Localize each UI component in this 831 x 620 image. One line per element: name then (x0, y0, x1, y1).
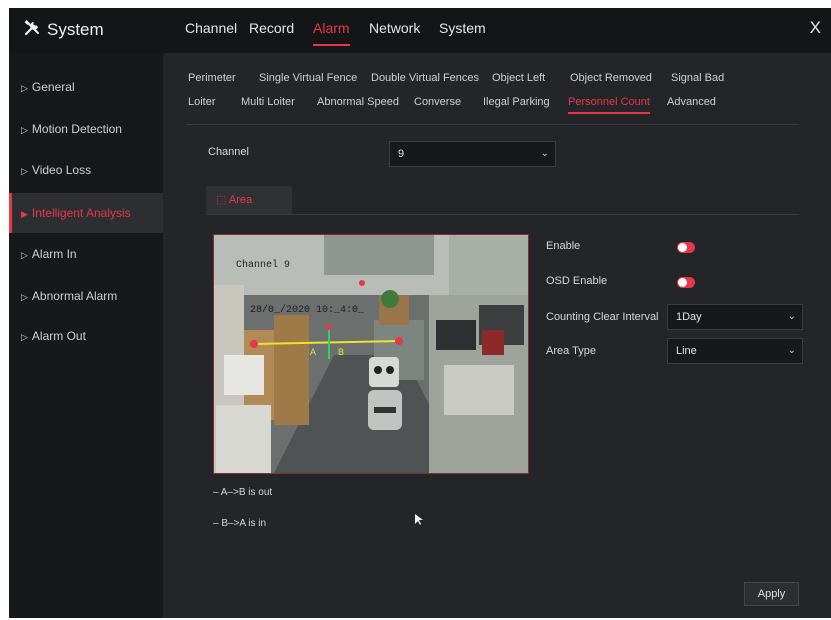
sidebar: ▷ General ▷ Motion Detection ▷ Video Loss ▶… (9, 53, 163, 618)
subtab-object-removed[interactable]: Object Removed (570, 72, 652, 84)
sidebar-item-video-loss[interactable]: ▷ Video Loss (9, 150, 163, 190)
area-type-label: Area Type (546, 345, 596, 357)
video-preview[interactable]: Channel 9 28/0_/2020 10:_4:0_ A B (213, 234, 529, 474)
area-select-icon: ⬚ (216, 194, 227, 206)
counting-clear-interval-label: Counting Clear Interval (546, 311, 659, 323)
subtab-converse[interactable]: Converse (414, 96, 461, 108)
area-type-value: Line (676, 345, 697, 357)
subtab-signal-bad[interactable]: Signal Bad (671, 72, 724, 84)
subtab-double-virtual-fences[interactable]: Double Virtual Fences (371, 72, 479, 84)
sidebar-item-label: Abnormal Alarm (31, 289, 118, 303)
sidebar-item-alarm-out[interactable]: ▷ Alarm Out (9, 316, 163, 356)
sidebar-item-abnormal-alarm[interactable]: ▷ Abnormal Alarm (9, 276, 163, 316)
chevron-right-icon: ▶ (21, 209, 28, 219)
sidebar-item-general[interactable]: ▷ General (9, 67, 163, 107)
enable-toggle[interactable] (677, 242, 695, 253)
legend-b-to-a: – B–>A is in (213, 518, 267, 529)
sidebar-item-label: General (31, 80, 75, 94)
legend-a-to-b: – A–>B is out (213, 487, 273, 498)
apply-button[interactable]: Apply (744, 582, 799, 606)
line-marker-b: B (338, 347, 345, 357)
nav-tab-alarm[interactable]: Alarm (313, 20, 350, 46)
tab-area-label: Area (228, 194, 253, 206)
chevron-right-icon: ▷ (21, 292, 28, 302)
app-title: System (47, 20, 104, 39)
subtab-loiter[interactable]: Loiter (188, 96, 216, 108)
enable-label: Enable (546, 240, 581, 252)
subtab-multi-loiter[interactable]: Multi Loiter (241, 96, 295, 108)
counting-clear-interval-select[interactable]: 1Day ⌄ (667, 304, 803, 330)
sidebar-item-label: Video Loss (31, 163, 92, 177)
subtab-object-left[interactable]: Object Left (492, 72, 545, 84)
top-bar: System Channel Record Alarm Network Syst… (9, 8, 831, 53)
nav-tab-record[interactable]: Record (249, 20, 294, 36)
osd-timestamp: 28/0_/2020 10:_4:0_ (250, 305, 365, 316)
nav-tab-channel[interactable]: Channel (185, 20, 237, 36)
sidebar-item-alarm-in[interactable]: ▷ Alarm In (9, 234, 163, 274)
area-divider (206, 214, 799, 215)
sidebar-item-label: Intelligent Analysis (31, 206, 131, 220)
area-type-select[interactable]: Line ⌄ (667, 338, 803, 364)
chevron-down-icon: ⌄ (540, 148, 549, 159)
sidebar-item-motion-detection[interactable]: ▷ Motion Detection (9, 109, 163, 149)
sidebar-item-intelligent-analysis[interactable]: ▶ Intelligent Analysis (9, 193, 163, 233)
osd-enable-toggle[interactable] (677, 277, 695, 288)
settings-window: System Channel Record Alarm Network Syst… (9, 8, 831, 618)
subtab-illegal-parking[interactable]: Ilegal Parking (483, 96, 550, 108)
channel-value: 9 (398, 148, 405, 160)
subtab-single-virtual-fence[interactable]: Single Virtual Fence (259, 72, 357, 84)
app-logo: System (23, 18, 104, 42)
subtab-abnormal-speed[interactable]: Abnormal Speed (317, 96, 399, 108)
sidebar-item-label: Alarm Out (31, 329, 86, 343)
tools-icon (23, 19, 41, 42)
subtab-advanced[interactable]: Advanced (667, 96, 716, 108)
chevron-right-icon: ▷ (21, 332, 28, 342)
close-button[interactable]: X (810, 18, 821, 38)
chevron-right-icon: ▷ (21, 83, 28, 93)
channel-select[interactable]: 9 ⌄ (389, 141, 556, 167)
toggle-knob (678, 243, 687, 252)
chevron-right-icon: ▷ (21, 166, 28, 176)
mouse-cursor-icon (415, 514, 423, 525)
nav-tab-network[interactable]: Network (369, 20, 420, 36)
chevron-down-icon: ⌄ (787, 345, 796, 356)
osd-channel-name: Channel 9 (236, 260, 291, 271)
sidebar-item-label: Motion Detection (31, 122, 122, 136)
osd-enable-label: OSD Enable (546, 275, 608, 287)
chevron-right-icon: ▷ (21, 125, 28, 135)
subtab-personnel-count[interactable]: Personnel Count (568, 96, 650, 114)
nav-tab-system[interactable]: System (439, 20, 486, 36)
tab-divider (187, 124, 799, 125)
channel-label: Channel (208, 146, 249, 158)
toggle-knob (678, 278, 687, 287)
line-marker-a: A (310, 347, 317, 357)
counting-clear-interval-value: 1Day (676, 311, 702, 323)
sidebar-item-label: Alarm In (31, 247, 77, 261)
chevron-right-icon: ▷ (21, 250, 28, 260)
subtab-perimeter[interactable]: Perimeter (188, 72, 236, 84)
tab-area[interactable]: ⬚ Area (206, 186, 292, 214)
chevron-down-icon: ⌄ (787, 311, 796, 322)
